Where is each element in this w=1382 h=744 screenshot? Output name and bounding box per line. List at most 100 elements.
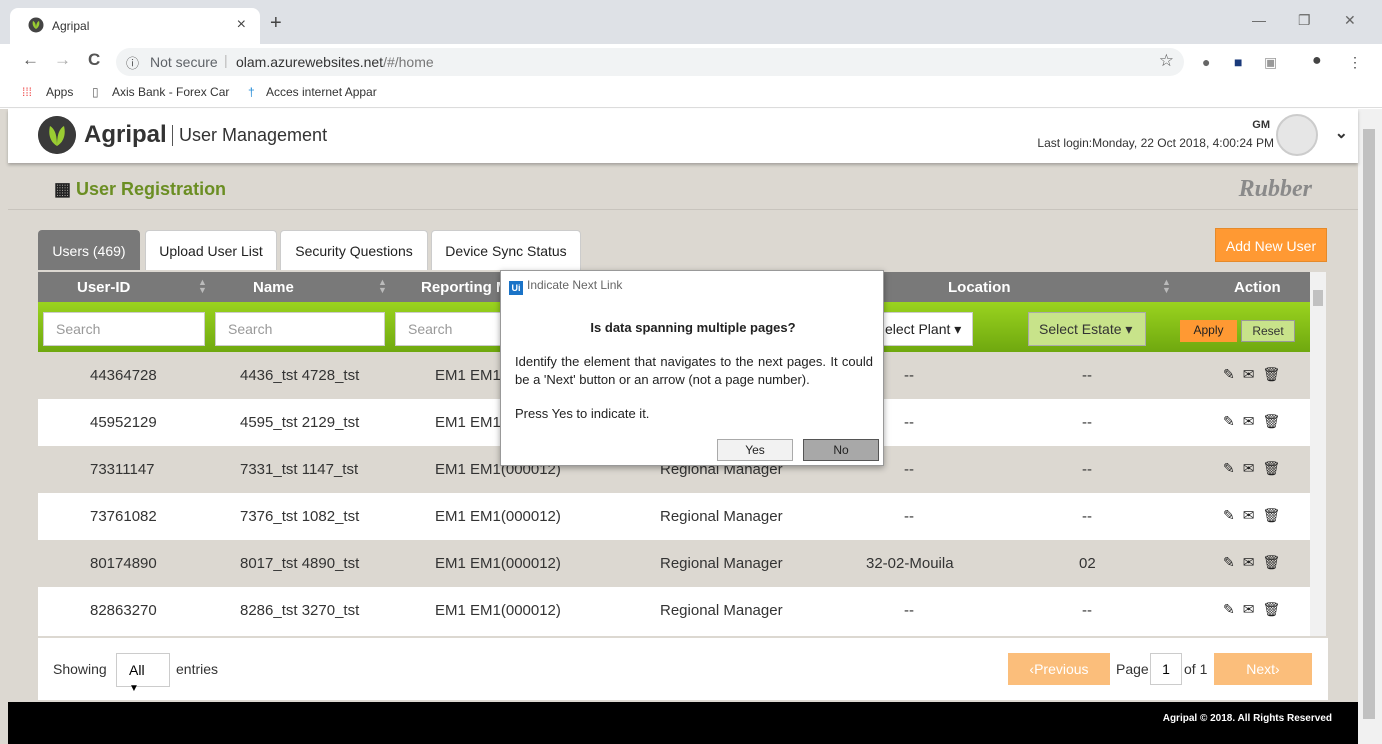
tab-close-icon[interactable]: × [237,16,246,34]
indicate-next-link-dialog: Ui Indicate Next Link Is data spanning mu… [500,270,884,466]
table-row[interactable]: 73761082 7376_tst 1082_tst EM1 EM1(00001… [38,493,1310,540]
table-scrollbar-thumb[interactable] [1313,290,1323,306]
entries-value: All [129,662,145,678]
tab-security-questions[interactable]: Security Questions [280,230,428,270]
app-header: Agripal User Management GM Last login:Mo… [8,109,1358,163]
cell-user-id: 73311147 [90,461,155,478]
table-scrollbar[interactable] [1310,272,1326,636]
cell-plant: -- [904,414,914,431]
trash-icon[interactable]: 🗑 [1262,366,1288,382]
cell-name: 7376_tst 1082_tst [240,508,360,525]
sort-icon[interactable]: ▲ ▼ [198,278,207,295]
cell-plant: -- [904,367,914,384]
page-scrollbar-thumb[interactable] [1363,129,1375,719]
cell-user-id: 80174890 [90,555,157,572]
cell-plant: -- [904,508,914,525]
avatar[interactable] [1276,114,1318,156]
edit-icon[interactable]: ✎ [1223,601,1243,617]
sort-icon[interactable]: ▲ ▼ [1162,278,1171,295]
bookmark-star-icon[interactable]: ☆ [1159,51,1174,71]
previous-button[interactable]: ‹Previous [1008,653,1110,685]
extension-shield-icon[interactable]: ■ [1234,54,1242,70]
edit-icon[interactable]: ✎ [1223,413,1243,429]
apply-button[interactable]: Apply [1180,320,1237,342]
tab-upload-user-list[interactable]: Upload User List [145,230,277,270]
page-scrollbar[interactable] [1358,109,1382,744]
trash-icon[interactable]: 🗑 [1262,413,1288,429]
row-actions: ✎✉🗑 [1223,507,1288,524]
mail-icon[interactable]: ✉ [1243,554,1263,570]
edit-icon[interactable]: ✎ [1223,554,1243,570]
add-new-user-button[interactable]: Add New User [1215,228,1327,262]
new-tab-button[interactable]: + [270,12,282,35]
extension-circle-icon[interactable]: ● [1202,54,1210,70]
header-user-id[interactable]: User-ID [77,279,130,296]
header-name[interactable]: Name [253,279,294,296]
bookmark-apps[interactable]: Apps [46,85,73,99]
page-of-label: of 1 [1184,661,1208,677]
next-button[interactable]: Next› [1214,653,1312,685]
mail-icon[interactable]: ✉ [1243,507,1263,523]
mail-icon[interactable]: ✉ [1243,366,1263,382]
browser-tab[interactable]: Agripal × [10,8,260,44]
cell-plant: 32-02-Mouila [866,555,954,572]
cell-name: 4595_tst 2129_tst [240,414,360,431]
search-name-input[interactable]: Search [215,312,385,346]
trash-icon[interactable]: 🗑 [1262,601,1288,617]
tab-device-sync-status[interactable]: Device Sync Status [431,230,581,270]
table-row[interactable]: 80174890 8017_tst 4890_tst EM1 EM1(00001… [38,540,1310,587]
uipath-extension-icon[interactable]: ▣ [1264,54,1277,71]
minimize-button[interactable]: — [1252,12,1266,28]
entries-select[interactable]: All ▼ [116,653,170,694]
header-location[interactable]: Location [948,279,1011,296]
trash-icon[interactable]: 🗑 [1262,554,1288,570]
cell-reporting: EM1 EM1(000012) [435,555,561,572]
edit-icon[interactable]: ✎ [1223,507,1243,523]
bookmark-axis-bank[interactable]: Axis Bank - Forex Car [112,85,229,99]
cell-user-id: 82863270 [90,602,157,619]
yes-button[interactable]: Yes [717,439,793,461]
cell-estate: -- [1082,367,1092,384]
bookmark-acces-internet[interactable]: Acces internet Appar [266,85,377,99]
tab-users[interactable]: Users (469) [38,230,140,270]
edit-icon[interactable]: ✎ [1223,460,1243,476]
not-secure-label: Not secure [150,54,218,70]
menu-kebab-icon[interactable]: ⋮ [1348,54,1362,71]
trash-icon[interactable]: 🗑 [1262,460,1288,476]
select-plant-dropdown[interactable]: elect Plant ▾ [874,312,973,346]
reset-button[interactable]: Reset [1241,320,1295,342]
edit-icon[interactable]: ✎ [1223,366,1243,382]
profile-icon[interactable]: ● [1312,52,1322,70]
no-button[interactable]: No [803,439,879,461]
table-row[interactable]: 82863270 8286_tst 3270_tst EM1 EM1(00001… [38,587,1310,634]
omnibox[interactable]: ⓘ Not secure | olam.azurewebsites.net/#/… [116,48,1184,76]
close-window-button[interactable]: ✕ [1344,12,1356,29]
mail-icon[interactable]: ✉ [1243,413,1263,429]
mail-icon[interactable]: ✉ [1243,601,1263,617]
reload-button[interactable]: C [88,50,100,70]
tab-title: Agripal [52,19,90,33]
cell-user-id: 44364728 [90,367,157,384]
cell-reporting: EM1 EM1 [435,367,501,384]
header-reporting-manager[interactable]: Reporting M [421,279,509,296]
section-title-text: User Registration [76,179,227,199]
cell-plant: -- [904,602,914,619]
agripal-favicon-icon [28,17,44,33]
search-user-id-input[interactable]: Search [43,312,205,346]
chevron-down-icon[interactable]: ⌄ [1335,123,1348,143]
bookmarks-bar: ⁞⁞⁞ Apps ▯ Axis Bank - Forex Car † Acces… [0,78,1382,108]
cell-name: 4436_tst 4728_tst [240,367,360,384]
select-estate-dropdown[interactable]: Select Estate ▾ [1028,312,1146,346]
page-number-input[interactable]: 1 [1150,653,1182,685]
trash-icon[interactable]: 🗑 [1262,507,1288,523]
back-button[interactable]: ← [22,50,39,70]
forward-button[interactable]: → [54,50,71,70]
sort-icon[interactable]: ▲ ▼ [378,278,387,295]
mail-icon[interactable]: ✉ [1243,460,1263,476]
restore-button[interactable]: ❐ [1298,12,1311,29]
browser-tab-strip: Agripal × + — ❐ ✕ [0,0,1382,44]
cell-role: Regional Manager [660,508,783,525]
info-icon[interactable]: ⓘ [126,53,139,72]
url-separator: | [224,52,228,68]
address-bar-row: ← → C ⓘ Not secure | olam.azurewebsites.… [0,44,1382,78]
